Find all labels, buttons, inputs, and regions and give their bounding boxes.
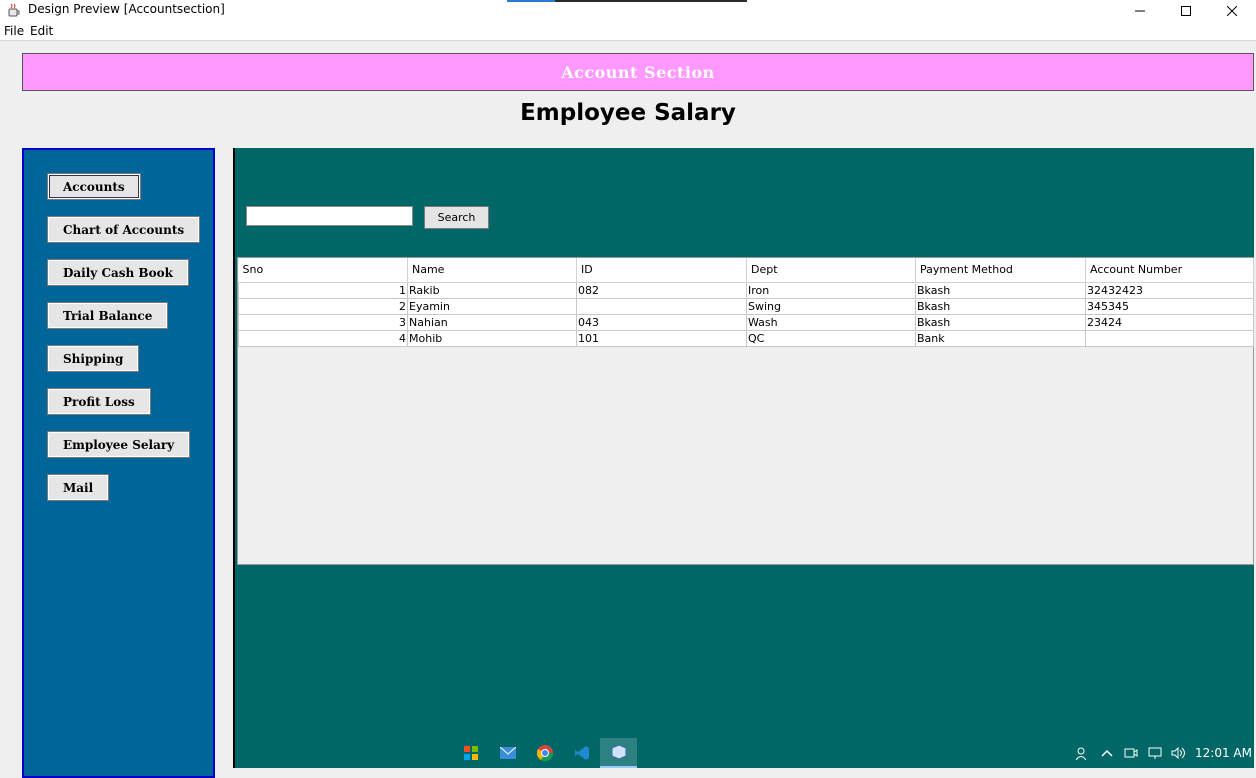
close-button[interactable] xyxy=(1209,0,1255,22)
people-icon[interactable] xyxy=(1075,745,1091,761)
table-cell[interactable]: 101 xyxy=(576,329,747,347)
menu-bar: File Edit xyxy=(0,22,1256,41)
table-cell[interactable]: 043 xyxy=(576,313,747,331)
sidebar-item-shipping[interactable]: Shipping xyxy=(46,345,140,372)
table-cell[interactable]: Iron xyxy=(746,281,916,299)
table-cell[interactable]: 3 xyxy=(238,313,408,331)
table-row[interactable]: 3 Nahian 043 Wash Bkash 23424 xyxy=(238,313,1254,331)
java-cup-icon xyxy=(6,2,22,18)
close-icon xyxy=(1227,6,1237,16)
table-cell[interactable]: Wash xyxy=(746,313,916,331)
volume-icon[interactable] xyxy=(1171,745,1187,761)
column-header-name[interactable]: Name xyxy=(407,258,577,283)
sidebar-item-trial-balance[interactable]: Trial Balance xyxy=(46,302,169,329)
salary-table: Sno Name ID Dept Payment Method Account … xyxy=(238,258,1254,347)
mail-icon xyxy=(499,747,516,759)
table-cell[interactable] xyxy=(1085,329,1254,347)
column-header-dept[interactable]: Dept xyxy=(746,258,916,283)
table-cell[interactable]: 32432423 xyxy=(1085,281,1254,299)
table-row[interactable]: 1 Rakib 082 Iron Bkash 32432423 xyxy=(238,281,1254,299)
sidebar: Accounts Chart of Accounts Daily Cash Bo… xyxy=(22,148,215,778)
table-cell[interactable]: Swing xyxy=(746,297,916,315)
sidebar-item-chart-of-accounts[interactable]: Chart of Accounts xyxy=(46,216,201,243)
minimize-button[interactable] xyxy=(1117,0,1163,22)
table-cell[interactable]: Rakib xyxy=(407,281,577,299)
network-icon[interactable] xyxy=(1147,745,1163,761)
system-tray: 12:01 AM xyxy=(1075,742,1252,764)
table-cell[interactable] xyxy=(576,297,747,315)
taskbar-mail[interactable] xyxy=(489,738,526,768)
column-header-account-number[interactable]: Account Number xyxy=(1085,258,1254,283)
java-app-icon xyxy=(611,744,626,760)
title-progress-fill xyxy=(507,0,555,2)
table-row[interactable]: 4 Mohib 101 QC Bank xyxy=(238,329,1254,347)
header-banner: Account Section xyxy=(22,53,1254,91)
page-title: Employee Salary xyxy=(520,100,736,126)
menu-file[interactable]: File xyxy=(4,24,24,38)
table-cell[interactable]: Mohib xyxy=(407,329,577,347)
chrome-icon xyxy=(536,745,553,761)
taskbar-chrome[interactable] xyxy=(526,738,563,768)
window-title: Design Preview [Accountsection] xyxy=(28,2,225,16)
column-header-payment-method[interactable]: Payment Method xyxy=(915,258,1086,283)
minimize-icon xyxy=(1135,10,1145,12)
maximize-icon xyxy=(1181,6,1191,16)
banner-title: Account Section xyxy=(561,62,715,82)
start-icon xyxy=(463,746,478,760)
table-row[interactable]: 2 Eyamin Swing Bkash 345345 xyxy=(238,297,1254,315)
sidebar-item-profit-loss[interactable]: Profit Loss xyxy=(47,388,151,415)
search-button[interactable]: Search xyxy=(424,206,489,229)
table-cell[interactable]: 23424 xyxy=(1085,313,1254,331)
table-cell[interactable]: Nahian xyxy=(407,313,577,331)
sidebar-item-mail[interactable]: Mail xyxy=(46,474,110,501)
sidebar-item-accounts[interactable]: Accounts xyxy=(47,173,141,200)
table-cell[interactable]: Bkash xyxy=(915,313,1086,331)
table-cell[interactable]: 082 xyxy=(576,281,747,299)
table-cell[interactable]: Bank xyxy=(915,329,1086,347)
title-bar: Design Preview [Accountsection] xyxy=(0,0,1256,22)
main-panel: Search Sno Name ID Dept Payment Method A… xyxy=(233,148,1254,768)
start-button[interactable] xyxy=(452,738,489,768)
taskbar-vscode[interactable] xyxy=(563,738,600,768)
table-header-row: Sno Name ID Dept Payment Method Account … xyxy=(238,258,1254,283)
chevron-up-icon[interactable] xyxy=(1099,745,1115,761)
clock[interactable]: 12:01 AM xyxy=(1195,746,1252,760)
table-cell[interactable]: Eyamin xyxy=(407,297,577,315)
table-cell[interactable]: Bkash xyxy=(915,281,1086,299)
sidebar-item-daily-cash-book[interactable]: Daily Cash Book xyxy=(47,259,189,286)
column-header-sno[interactable]: Sno xyxy=(238,258,408,283)
menu-edit[interactable]: Edit xyxy=(30,24,53,38)
vscode-icon xyxy=(574,746,589,760)
meet-icon[interactable] xyxy=(1123,745,1139,761)
salary-table-container[interactable]: Sno Name ID Dept Payment Method Account … xyxy=(237,257,1254,565)
taskbar-java-app[interactable] xyxy=(600,738,637,768)
table-cell[interactable]: 2 xyxy=(238,297,408,315)
sidebar-item-employee-selary[interactable]: Employee Selary xyxy=(46,431,191,458)
table-cell[interactable]: 345345 xyxy=(1085,297,1254,315)
table-cell[interactable]: 4 xyxy=(238,329,408,347)
title-progress-strip xyxy=(507,0,747,2)
table-cell[interactable]: QC xyxy=(746,329,916,347)
table-cell[interactable]: Bkash xyxy=(915,297,1086,315)
taskbar xyxy=(452,738,637,768)
search-input[interactable] xyxy=(246,206,413,226)
maximize-button[interactable] xyxy=(1163,0,1209,22)
table-cell[interactable]: 1 xyxy=(238,281,408,299)
column-header-id[interactable]: ID xyxy=(576,258,747,283)
